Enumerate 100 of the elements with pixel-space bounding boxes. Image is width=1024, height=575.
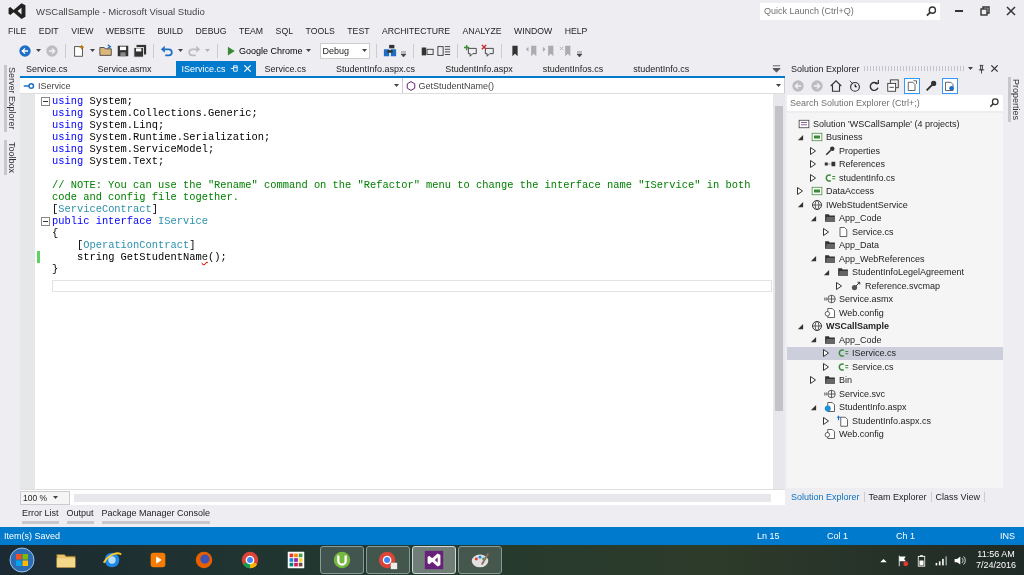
quick-launch-field[interactable]: Quick Launch (Ctrl+Q) (760, 2, 922, 20)
tree-item[interactable]: References (787, 157, 1003, 171)
undo-icon[interactable] (160, 43, 174, 58)
tree-item[interactable]: StudentInfo.aspx.cs (787, 414, 1003, 428)
tree-item[interactable]: Service.cs (787, 360, 1003, 374)
expander-icon[interactable] (823, 362, 829, 371)
start-debugging-button[interactable]: Google Chrome (224, 45, 313, 56)
document-tab[interactable]: Service.asmx (91, 61, 176, 76)
taskbar-button[interactable] (458, 546, 502, 574)
tree-item[interactable]: studentInfo.cs (787, 171, 1003, 185)
tree-item[interactable]: StudentInfoLegelAgreement (787, 265, 1003, 279)
menu-item[interactable]: BUILD (157, 26, 184, 36)
search-icon[interactable] (922, 2, 940, 20)
expander-icon[interactable] (823, 268, 830, 276)
pin-icon[interactable] (977, 63, 986, 74)
expander-icon[interactable] (823, 227, 829, 236)
clock-date[interactable]: 7/24/2016 (975, 560, 1016, 571)
tree-item[interactable]: App_Code (787, 211, 1003, 225)
tool-window-tab[interactable]: Error List (22, 508, 59, 524)
volume-icon[interactable] (952, 553, 966, 567)
side-tab[interactable]: Properties (1008, 77, 1021, 123)
side-tab[interactable]: Server Explorer (3, 65, 17, 132)
tree-item[interactable]: App_Code (787, 333, 1003, 347)
menu-item[interactable]: DEBUG (195, 26, 227, 36)
tree-item[interactable]: DataAccess (787, 184, 1003, 198)
member-dropdown[interactable]: GetStudentName() (402, 78, 785, 93)
tree-item[interactable]: Service.asmx (787, 292, 1003, 306)
dropdown-caret-icon[interactable] (178, 49, 183, 52)
document-tab[interactable]: studentInfos.cs (536, 61, 628, 76)
tree-item[interactable]: Web.config (787, 306, 1003, 320)
document-tab[interactable]: StudentInfo.aspx.cs (330, 61, 440, 76)
panel-tab[interactable]: Team Explorer (864, 491, 932, 502)
tree-item[interactable]: WSCallSample (787, 319, 1003, 333)
expander-icon[interactable] (810, 146, 816, 155)
menu-item[interactable]: ARCHITECTURE (382, 26, 451, 36)
taskbar-button[interactable] (366, 546, 410, 574)
menu-item[interactable]: EDIT (38, 26, 59, 36)
menu-item[interactable]: FILE (8, 26, 27, 36)
expander-icon[interactable] (810, 173, 816, 182)
fold-toggle-icon[interactable] (41, 96, 50, 106)
vertical-scrollbar[interactable] (773, 94, 785, 489)
expander-icon[interactable] (797, 133, 804, 141)
uncomment-icon[interactable] (480, 43, 495, 58)
tree-item[interactable]: Bin (787, 373, 1003, 387)
expander-icon[interactable] (810, 403, 817, 411)
expander-icon[interactable] (797, 322, 804, 330)
tree-item[interactable]: Service.svc (787, 387, 1003, 401)
zoom-dropdown[interactable]: 100 % (20, 490, 70, 505)
panel-tab[interactable]: Solution Explorer (787, 491, 865, 502)
tree-item[interactable]: Business (787, 130, 1003, 144)
preview-icon[interactable] (942, 77, 958, 94)
configuration-dropdown[interactable]: Debug (319, 42, 370, 59)
expander-icon[interactable] (836, 281, 842, 290)
dropdown-caret-icon[interactable] (968, 67, 973, 70)
menu-item[interactable]: HELP (564, 26, 588, 36)
document-tab[interactable]: studentInfo.cs (627, 61, 714, 76)
menu-item[interactable]: TOOLS (305, 26, 335, 36)
dropdown-caret-icon[interactable] (90, 49, 95, 52)
expander-icon[interactable] (810, 214, 817, 222)
floppy-disks-icon[interactable] (133, 43, 147, 58)
find-icon[interactable] (382, 43, 397, 58)
menu-item[interactable]: TEST (347, 26, 370, 36)
collapse-all-icon[interactable] (885, 77, 901, 94)
menu-item[interactable]: SQL (275, 26, 293, 36)
type-dropdown[interactable]: IService (20, 78, 403, 93)
tree-item[interactable]: IWebStudentService (787, 198, 1003, 212)
panel-tab[interactable]: Class View (931, 491, 985, 502)
document-tab[interactable]: Service.cs (20, 61, 92, 76)
home-icon[interactable] (828, 77, 844, 94)
tool-window-tab[interactable]: Package Manager Console (101, 508, 211, 524)
search-field[interactable]: Search Solution Explorer (Ctrl+;) (787, 95, 985, 111)
tree-item[interactable]: Reference.svcmap (787, 279, 1003, 293)
fold-toggle-icon[interactable] (41, 216, 50, 226)
menu-item[interactable]: ANALYZE (462, 26, 502, 36)
new-file-icon[interactable] (72, 43, 86, 58)
expander-icon[interactable] (797, 201, 804, 209)
taskbar-button[interactable] (320, 546, 364, 574)
dropdown-caret-icon[interactable] (36, 49, 41, 52)
show-all-files-icon[interactable] (904, 77, 920, 94)
folder-icon[interactable] (99, 43, 113, 58)
tab-list-icon[interactable] (772, 64, 781, 73)
tree-item[interactable]: IService.cs (787, 346, 1003, 360)
signal-icon[interactable] (933, 553, 947, 567)
tree-item[interactable]: Properties (787, 144, 1003, 158)
menu-item[interactable]: VIEW (71, 26, 94, 36)
tree-item[interactable]: App_WebReferences (787, 252, 1003, 266)
expander-icon[interactable] (823, 416, 829, 425)
side-tab[interactable]: Toolbox (3, 139, 17, 175)
document-tab[interactable]: StudentInfo.aspx (439, 61, 537, 76)
expander-icon[interactable] (810, 336, 817, 344)
search-icon[interactable] (985, 95, 1003, 111)
expander-icon[interactable] (810, 160, 816, 169)
menu-item[interactable]: WEBSITE (105, 26, 145, 36)
tree-item[interactable]: Solution 'WSCallSample' (4 projects) (787, 117, 1003, 131)
expander-icon[interactable] (797, 187, 803, 196)
document-tab[interactable]: Service.cs (258, 61, 331, 76)
tree-item[interactable]: Service.cs (787, 225, 1003, 239)
indent-icon[interactable] (436, 43, 451, 58)
menu-item[interactable]: WINDOW (514, 26, 553, 36)
clock-time[interactable]: 11:56 AM (977, 549, 1015, 560)
